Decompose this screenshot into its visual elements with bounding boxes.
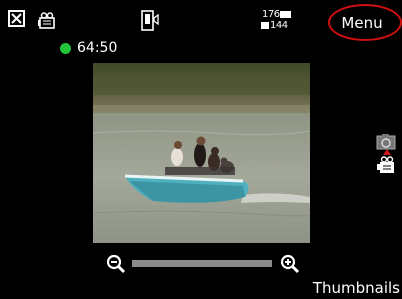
recording-status-dot xyxy=(60,43,71,54)
camcorder-icon xyxy=(38,12,55,29)
device-icon xyxy=(141,10,159,31)
recording-time-remaining: 64:50 xyxy=(77,40,118,56)
camcorder-icon xyxy=(377,156,394,173)
resolution-block-icon xyxy=(261,22,269,29)
camera-viewfinder[interactable] xyxy=(93,63,310,243)
camera-icon xyxy=(376,134,396,150)
zoom-out-icon xyxy=(106,254,126,274)
zoom-out-button[interactable] xyxy=(106,254,126,274)
photo-mode-button[interactable] xyxy=(376,133,396,150)
camcorder-mode-icon xyxy=(38,12,58,30)
zoom-in-button[interactable] xyxy=(280,254,300,274)
viewfinder-preview-image xyxy=(93,63,310,243)
device-mode-icon xyxy=(140,10,160,32)
resolution-block-icon xyxy=(280,11,291,18)
close-icon xyxy=(8,10,25,27)
resolution-height: 144 xyxy=(270,20,288,31)
resolution-width: 176 xyxy=(262,9,280,20)
close-button[interactable] xyxy=(8,10,25,27)
resolution-indicator: 176 144 xyxy=(260,10,296,34)
zoom-slider-track[interactable] xyxy=(132,260,272,267)
menu-highlight-ellipse xyxy=(328,4,402,41)
thumbnails-softkey[interactable]: Thumbnails xyxy=(300,277,400,299)
zoom-in-icon xyxy=(280,254,300,274)
mode-selector-arrow-icon xyxy=(383,149,391,155)
video-mode-button[interactable] xyxy=(377,156,397,174)
